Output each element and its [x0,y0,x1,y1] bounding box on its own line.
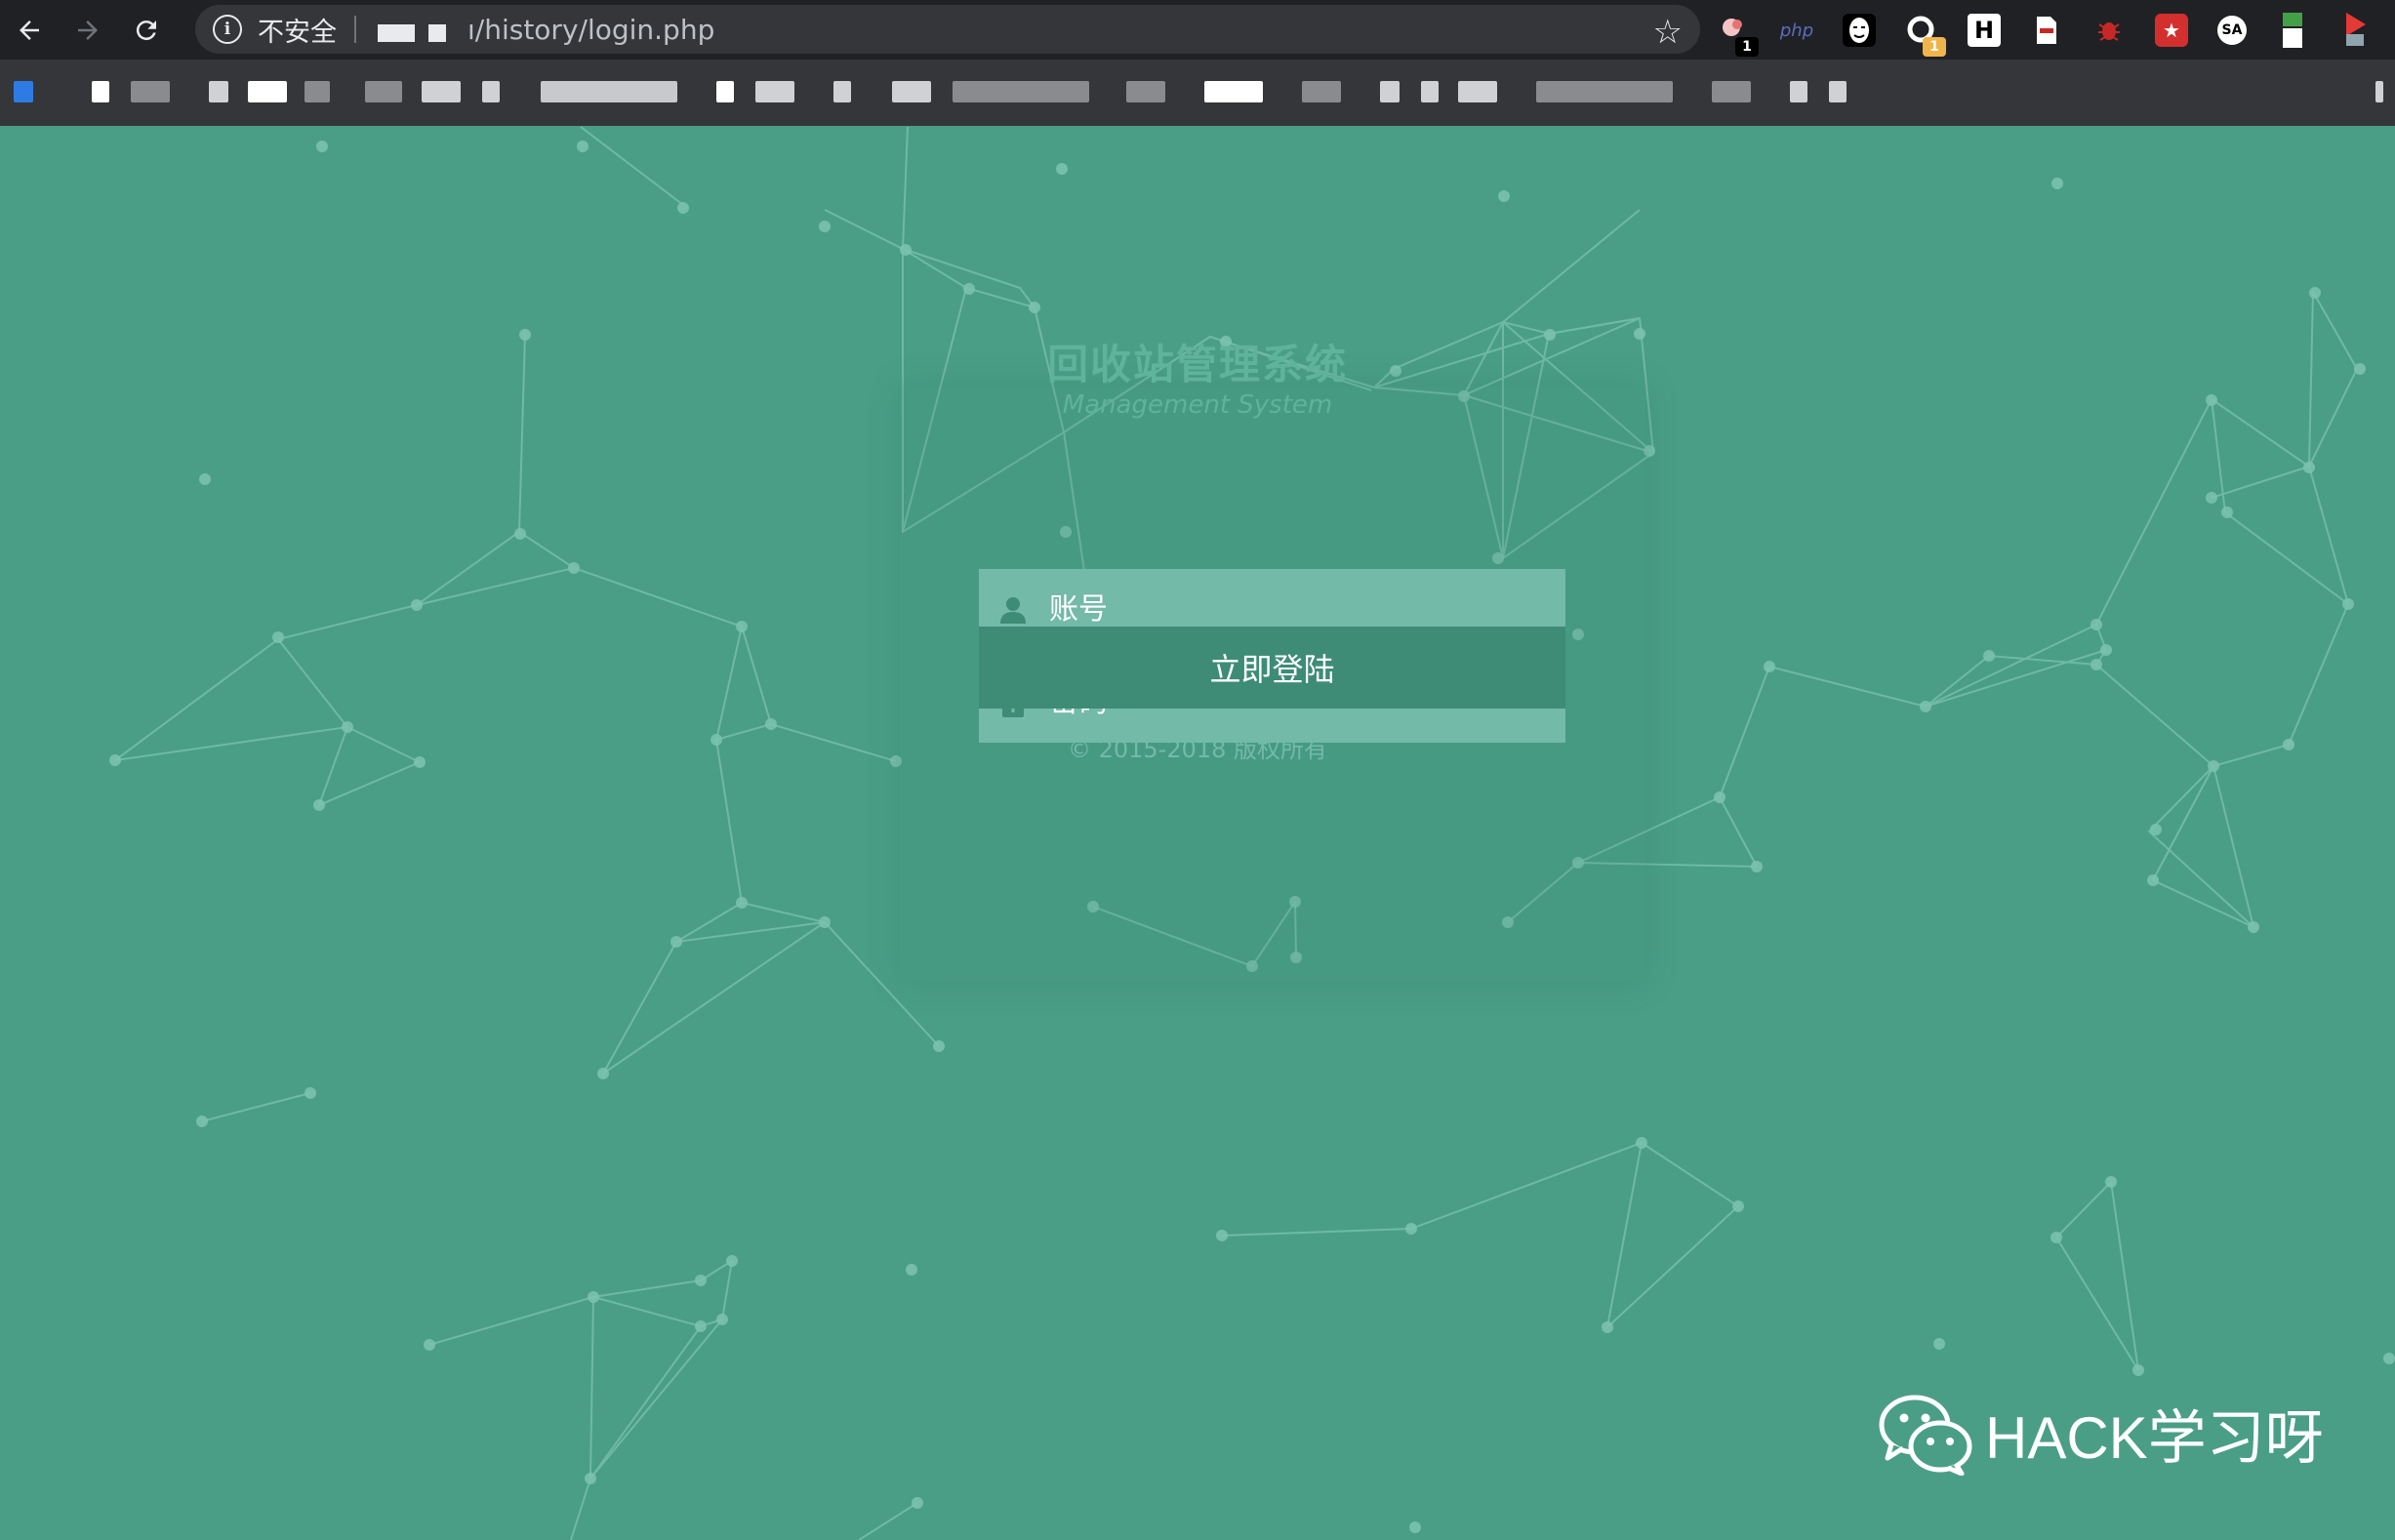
extensions-area: 1 php 1 H ★ SA [1718,8,2372,57]
info-icon[interactable]: i [213,15,242,44]
bookmark-item[interactable] [1790,81,1807,102]
address-bar[interactable]: i 不安全 ı/history/login.php ☆ [195,5,1700,54]
bookmark-item[interactable] [209,81,228,102]
bookmark-item[interactable] [1458,81,1497,102]
hackbar-badge: 1 [1735,37,1759,57]
login-button[interactable]: 立即登陆 [979,627,1565,709]
bookmark-item[interactable] [248,81,287,102]
bookmark-item[interactable] [541,81,677,102]
watermark-text: HACK学习呀 [1985,1405,2324,1471]
wechat-icon [1879,1395,1972,1476]
copyright-text: © 2015-2018 版权所有 [1067,736,1328,763]
bookmark-item[interactable] [92,81,109,102]
bookmark-item[interactable] [1829,81,1847,102]
url-text[interactable]: ı/history/login.php [467,14,714,46]
bookmark-item[interactable] [422,81,461,102]
h-extension-icon[interactable]: H [1968,14,2001,47]
bookmark-item[interactable] [1712,81,1751,102]
forward-button[interactable] [59,0,117,60]
reload-icon [136,20,156,40]
username-input[interactable] [1047,591,1539,628]
bookmark-item[interactable] [833,81,851,102]
bookmarks-bar [0,60,2395,127]
system-subtitle: Management System [1062,390,1333,420]
browser-toolbar: i 不安全 ı/history/login.php ☆ 1 php 1 H ★ … [0,0,2395,60]
hackbar-extension-icon[interactable]: 1 [1718,14,1759,57]
bookmark-item[interactable] [892,81,931,102]
sa-extension-label: SA [2221,22,2243,38]
bookmark-item[interactable] [1536,81,1673,102]
green-extension-icon[interactable] [2276,13,2309,48]
address-separator [354,16,356,43]
bookmark-item[interactable] [1380,81,1400,102]
bookmark-item[interactable] [304,81,330,102]
system-title: 回收站管理系统 [1046,341,1348,388]
user-icon [979,595,1047,625]
wechat-watermark: HACK学习呀 [1878,1391,2324,1476]
red-extension-icon[interactable]: ★ [2155,14,2188,47]
back-button[interactable] [0,0,59,60]
anonymous-extension-icon[interactable] [1843,14,1876,47]
bookmark-item[interactable] [755,81,794,102]
bookmark-star-icon[interactable]: ☆ [1653,13,1683,52]
security-label[interactable]: 不安全 [258,11,337,49]
h-extension-label: H [1973,17,1995,44]
redacted-host [378,24,415,42]
bug-extension-icon[interactable] [2092,14,2126,47]
bookmark-item[interactable] [953,81,1089,102]
php-extension-icon[interactable]: php [1780,14,1813,47]
bookmark-item[interactable] [1126,81,1165,102]
sa-extension-icon[interactable]: SA [2217,16,2247,45]
bookmark-app-icon[interactable] [14,81,33,102]
cookie-extension-icon[interactable] [2030,14,2063,47]
bookmark-item[interactable] [482,81,500,102]
bookmark-item[interactable] [1302,81,1341,102]
bookmark-item[interactable] [2375,81,2383,102]
bookmark-item[interactable] [1421,81,1439,102]
bookmark-item[interactable] [365,81,402,102]
bookmark-item[interactable] [131,81,170,102]
bookmark-item[interactable] [716,81,734,102]
proxy-extension-icon[interactable]: 1 [1905,14,1946,57]
profile-extension-icon[interactable] [2338,13,2372,47]
php-extension-label: php [1779,20,1814,41]
forward-arrow-icon [78,20,98,40]
back-arrow-icon [20,20,39,40]
reload-button[interactable] [117,0,176,60]
bookmark-item[interactable] [1204,81,1263,102]
redacted-host-2 [428,24,446,42]
proxy-badge: 1 [1923,37,1946,57]
